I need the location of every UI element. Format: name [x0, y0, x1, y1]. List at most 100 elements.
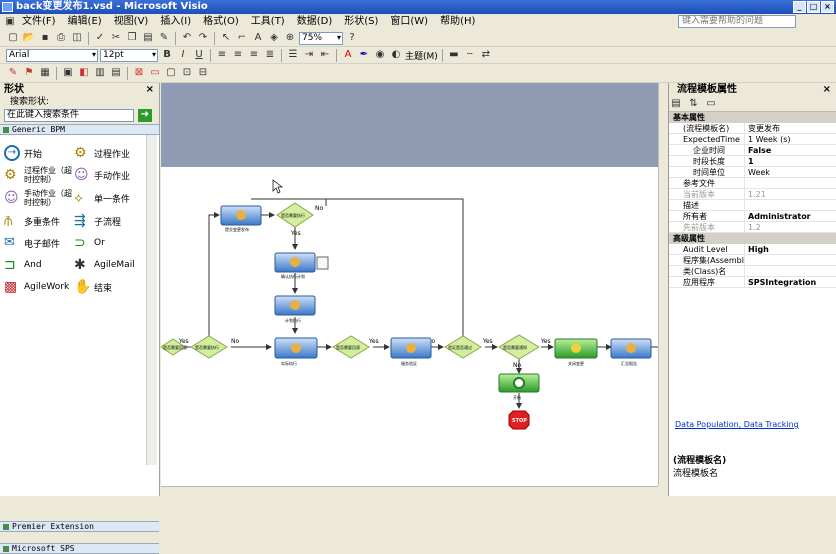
text-tool-icon[interactable]: A: [251, 31, 265, 45]
zoom-icon[interactable]: ⊕: [283, 31, 297, 45]
fill-color-icon[interactable]: ◉: [373, 48, 387, 62]
property-row[interactable]: 参考文件: [669, 178, 836, 189]
print-icon[interactable]: ⎙: [54, 31, 68, 45]
shape-end[interactable]: ✋ 结束: [74, 277, 112, 297]
property-value[interactable]: Administrator: [745, 211, 836, 221]
property-row[interactable]: 时段长度 1: [669, 156, 836, 167]
shape-process-timeout[interactable]: ⚙ 过程作业（超时控制）: [4, 165, 76, 185]
decision-node[interactable]: 是否需要执行: [190, 335, 228, 359]
italic-button[interactable]: I: [176, 48, 190, 62]
property-row[interactable]: 描述: [669, 200, 836, 211]
shape-agilemail[interactable]: ✱ AgileMail: [74, 255, 135, 275]
bpm-tool-icon-8[interactable]: ⊠: [132, 66, 146, 80]
process-node[interactable]: 关闭变更: [554, 338, 598, 366]
stop-node[interactable]: STOP: [508, 410, 530, 430]
property-row[interactable]: 企业时间 False: [669, 145, 836, 156]
shape-search-input[interactable]: 在此键入搜索条件: [4, 109, 134, 122]
decision-node[interactable]: 是否需要通知: [498, 334, 540, 360]
bpm-tool-icon-5[interactable]: ◧: [77, 66, 91, 80]
bpm-tool-icon-4[interactable]: ▣: [61, 66, 75, 80]
underline-button[interactable]: U: [192, 48, 206, 62]
property-value[interactable]: 变更发布: [745, 123, 836, 133]
property-value[interactable]: Week: [745, 167, 836, 177]
categorized-icon[interactable]: ▤: [669, 97, 683, 111]
cut-icon[interactable]: ✂: [109, 31, 123, 45]
shape-manual-timeout[interactable]: ☺ 手动作业（超时控制）: [4, 188, 76, 208]
document-icon[interactable]: ▣: [4, 15, 16, 29]
line-color-icon[interactable]: ✒: [357, 48, 371, 62]
shape-agilework[interactable]: ▩ AgileWork: [4, 277, 69, 297]
minimize-button[interactable]: _: [793, 1, 806, 13]
close-icon[interactable]: ×: [146, 83, 154, 96]
menu-shape[interactable]: 形状(S): [338, 14, 384, 30]
process-node[interactable]: 实际执行: [274, 337, 318, 366]
shape-subprocess[interactable]: ⇶ 子流程: [74, 211, 121, 231]
data-links[interactable]: Data Population, Data Tracking: [675, 420, 799, 429]
property-row[interactable]: Audit Level High: [669, 244, 836, 255]
bpm-tool-icon-2[interactable]: ⚑: [22, 66, 36, 80]
help-icon[interactable]: ?: [345, 31, 359, 45]
shapes-scrollbar[interactable]: [146, 135, 157, 465]
font-size-select[interactable]: 12pt: [100, 48, 158, 62]
spelling-icon[interactable]: ✓: [93, 31, 107, 45]
decision-node[interactable]: 是否需要执行: [276, 202, 314, 228]
bullets-icon[interactable]: ☰: [286, 48, 300, 62]
bpm-tool-icon-10[interactable]: ▢: [164, 66, 178, 80]
theme-button[interactable]: 主题(M): [405, 49, 438, 62]
shape-manual[interactable]: ☺ 手动作业: [74, 165, 130, 185]
category-advanced[interactable]: 高级属性: [669, 233, 836, 244]
stencil-microsoft-sps[interactable]: Microsoft SPS: [0, 543, 159, 554]
bpm-tool-icon-6[interactable]: ▥: [93, 66, 107, 80]
shape-multi-condition[interactable]: ⫚ 多重条件: [4, 211, 60, 231]
justify-icon[interactable]: ≣: [263, 48, 277, 62]
start-node[interactable]: 开始: [498, 373, 540, 400]
new-icon[interactable]: ▢: [6, 31, 20, 45]
align-center-icon[interactable]: ≡: [231, 48, 245, 62]
shape-email[interactable]: ✉ 电子邮件: [4, 233, 60, 253]
process-node[interactable]: 服务验证: [390, 337, 432, 366]
category-basic[interactable]: 基本属性: [669, 112, 836, 123]
zoom-select[interactable]: 75%: [299, 31, 343, 45]
decision-node[interactable]: 验证是否通过: [444, 335, 482, 359]
close-icon[interactable]: ×: [823, 83, 831, 96]
line-weight-icon[interactable]: ▬: [447, 48, 461, 62]
property-row[interactable]: 当前版本 1.21: [669, 189, 836, 200]
property-value[interactable]: SPSIntegration: [745, 277, 836, 287]
canvas-vertical-scrollbar[interactable]: [658, 83, 668, 486]
open-icon[interactable]: 📂: [22, 31, 36, 45]
property-value[interactable]: False: [745, 145, 836, 155]
copy-icon[interactable]: ❐: [125, 31, 139, 45]
search-go-icon[interactable]: ➜: [138, 109, 152, 122]
menu-tools[interactable]: 工具(T): [245, 14, 291, 30]
menu-insert[interactable]: 插入(I): [154, 14, 197, 30]
line-ends-icon[interactable]: ⇄: [479, 48, 493, 62]
decision-node[interactable]: 是否需要回滚: [332, 335, 370, 359]
process-node[interactable]: 提交变更发布: [220, 205, 262, 232]
property-value[interactable]: [745, 266, 836, 276]
property-pages-icon[interactable]: ▭: [704, 97, 718, 111]
pointer-tool-icon[interactable]: ↖: [219, 31, 233, 45]
bpm-tool-icon-3[interactable]: ▦: [38, 66, 52, 80]
stencil-icon[interactable]: ◈: [267, 31, 281, 45]
property-row[interactable]: 类(Class)名: [669, 266, 836, 277]
property-value[interactable]: [745, 178, 836, 188]
indent-icon[interactable]: ⇥: [302, 48, 316, 62]
property-row[interactable]: 程序集(Assembly): [669, 255, 836, 266]
property-row[interactable]: 应用程序 SPSIntegration: [669, 277, 836, 288]
bold-button[interactable]: B: [160, 48, 174, 62]
menu-edit[interactable]: 编辑(E): [62, 14, 108, 30]
font-select[interactable]: Arial: [6, 48, 98, 62]
paste-icon[interactable]: ▤: [141, 31, 155, 45]
menu-view[interactable]: 视图(V): [108, 14, 155, 30]
shape-start[interactable]: → 开始: [4, 143, 42, 163]
property-value[interactable]: High: [745, 244, 836, 254]
bpm-tool-icon-1[interactable]: ✎: [6, 66, 20, 80]
property-row[interactable]: (流程模板名) 变更发布: [669, 123, 836, 134]
font-color-icon[interactable]: A: [341, 48, 355, 62]
help-search-input[interactable]: 键入需要帮助的问题: [678, 15, 796, 28]
property-row[interactable]: 所有者 Administrator: [669, 211, 836, 222]
stencil-generic-bpm[interactable]: Generic BPM: [0, 124, 159, 135]
redo-icon[interactable]: ↷: [196, 31, 210, 45]
menu-window[interactable]: 窗口(W): [384, 14, 434, 30]
stencil-premier-extension[interactable]: Premier Extension: [0, 521, 159, 532]
